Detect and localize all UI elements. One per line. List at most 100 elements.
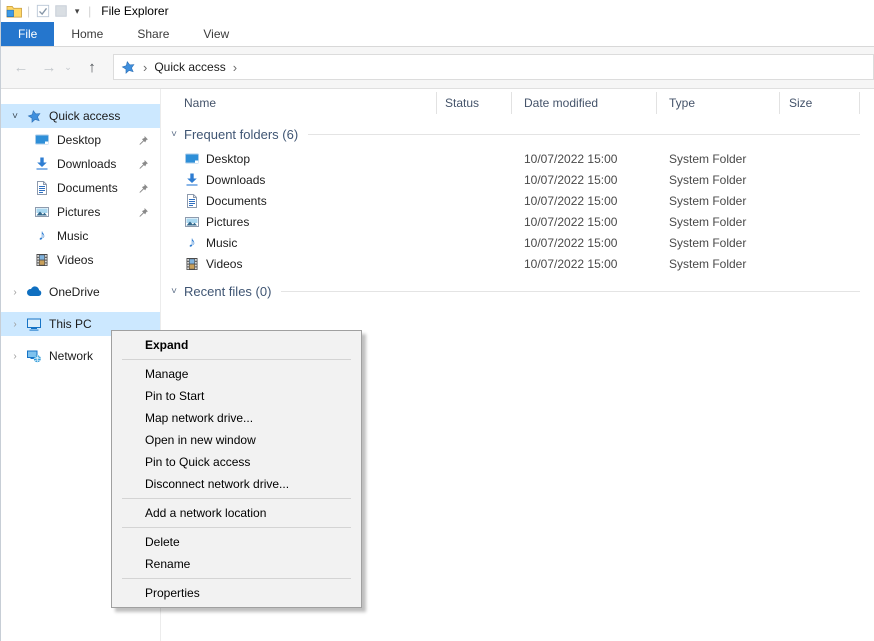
menu-item-manage[interactable]: Manage — [112, 363, 361, 385]
menu-item-pin-to-quick-access[interactable]: Pin to Quick access — [112, 451, 361, 473]
group-header-recent-files[interactable]: ˅ Recent files (0) — [161, 282, 874, 300]
window-title: File Explorer — [101, 4, 168, 18]
tab-home[interactable]: Home — [54, 22, 120, 46]
qat-new-folder-icon[interactable] — [52, 2, 70, 20]
file-type: System Folder — [656, 236, 779, 250]
menu-item-disconnect-network-drive[interactable]: Disconnect network drive... — [112, 473, 361, 495]
back-button[interactable]: ← — [9, 47, 33, 88]
file-type: System Folder — [656, 152, 779, 166]
tab-view[interactable]: View — [186, 22, 246, 46]
file-type: System Folder — [656, 257, 779, 271]
sidebar-item-pictures[interactable]: Pictures — [1, 200, 160, 224]
group-header-frequent-folders[interactable]: ˅ Frequent folders (6) — [161, 125, 874, 143]
sidebar-item-label: This PC — [49, 317, 92, 331]
file-name: Pictures — [206, 215, 249, 229]
chevron-down-icon[interactable]: ˅ — [167, 286, 181, 297]
videos-icon — [34, 252, 50, 268]
chevron-down-icon[interactable]: ˅ — [167, 129, 181, 140]
menu-item-properties[interactable]: Properties — [112, 582, 361, 604]
sidebar-item-label: OneDrive — [49, 285, 100, 299]
pictures-icon — [34, 204, 50, 220]
file-name: Music — [206, 236, 237, 250]
menu-item-pin-to-start[interactable]: Pin to Start — [112, 385, 361, 407]
breadcrumb-chevron-icon[interactable]: › — [233, 60, 237, 75]
up-button[interactable]: ↑ — [79, 47, 105, 88]
quick-access-star-icon — [26, 108, 42, 124]
file-row-desktop[interactable]: Desktop 10/07/2022 15:00 System Folder — [161, 148, 874, 169]
file-row-videos[interactable]: Videos 10/07/2022 15:00 System Folder — [161, 253, 874, 274]
menu-item-delete[interactable]: Delete — [112, 531, 361, 553]
file-explorer-window: | ▾ | File Explorer File Home Share View… — [0, 0, 874, 641]
column-header-spacer — [859, 92, 874, 114]
sidebar-item-quick-access[interactable]: ˅ Quick access — [1, 104, 160, 128]
quick-access-star-icon — [121, 60, 136, 75]
group-divider-line — [308, 134, 860, 135]
sidebar-item-label: Downloads — [57, 157, 116, 171]
group-title: Recent files (0) — [184, 284, 271, 299]
menu-item-map-network-drive[interactable]: Map network drive... — [112, 407, 361, 429]
sidebar-item-videos[interactable]: Videos — [1, 248, 160, 272]
sidebar-item-onedrive[interactable]: › OneDrive — [1, 280, 160, 304]
chevron-right-icon[interactable]: › — [8, 287, 22, 298]
file-type: System Folder — [656, 215, 779, 229]
sidebar-item-label: Documents — [57, 181, 118, 195]
menu-item-add-a-network-location[interactable]: Add a network location — [112, 502, 361, 524]
documents-icon — [184, 193, 200, 209]
file-explorer-logo-icon — [5, 2, 23, 20]
navigation-bar: ← → ⌄ ↑ › Quick access › — [1, 47, 874, 89]
menu-separator — [122, 527, 351, 528]
column-header-date-modified[interactable]: Date modified — [511, 92, 656, 114]
menu-item-expand[interactable]: Expand — [112, 334, 361, 356]
file-date-modified: 10/07/2022 15:00 — [511, 152, 656, 166]
file-row-pictures[interactable]: Pictures 10/07/2022 15:00 System Folder — [161, 211, 874, 232]
qat-properties-icon[interactable] — [34, 2, 52, 20]
column-header-row: Name Status Date modified Type Size — [161, 89, 874, 117]
videos-icon — [184, 256, 200, 272]
qat-customize-dropdown[interactable]: ▾ — [70, 6, 84, 17]
frequent-folders-rows: Desktop 10/07/2022 15:00 System Folder D… — [161, 148, 874, 274]
file-name: Documents — [206, 194, 267, 208]
column-header-name[interactable]: Name — [161, 92, 436, 114]
sidebar-item-desktop[interactable]: Desktop — [1, 128, 160, 152]
tab-share[interactable]: Share — [120, 22, 186, 46]
file-name: Videos — [206, 257, 242, 271]
file-date-modified: 10/07/2022 15:00 — [511, 194, 656, 208]
music-icon: ♪ — [34, 228, 50, 244]
breadcrumb-chevron-icon[interactable]: › — [143, 60, 147, 75]
pin-icon — [138, 159, 149, 170]
recent-locations-dropdown[interactable]: ⌄ — [61, 47, 75, 88]
ribbon-tab-bar: File Home Share View — [1, 22, 874, 47]
group-title: Frequent folders (6) — [184, 127, 298, 142]
forward-button[interactable]: → — [37, 47, 61, 88]
file-row-music[interactable]: ♪ Music 10/07/2022 15:00 System Folder — [161, 232, 874, 253]
column-header-size[interactable]: Size — [779, 92, 859, 114]
file-date-modified: 10/07/2022 15:00 — [511, 257, 656, 271]
this-pc-icon — [26, 316, 42, 332]
menu-separator — [122, 578, 351, 579]
tab-file[interactable]: File — [1, 22, 54, 46]
file-row-downloads[interactable]: Downloads 10/07/2022 15:00 System Folder — [161, 169, 874, 190]
desktop-icon — [184, 151, 200, 167]
breadcrumb-quick-access[interactable]: Quick access — [154, 60, 225, 74]
file-date-modified: 10/07/2022 15:00 — [511, 215, 656, 229]
column-header-status[interactable]: Status — [436, 92, 511, 114]
downloads-icon — [34, 156, 50, 172]
chevron-right-icon[interactable]: › — [8, 351, 22, 362]
group-divider-line — [281, 291, 860, 292]
file-row-documents[interactable]: Documents 10/07/2022 15:00 System Folder — [161, 190, 874, 211]
network-icon — [26, 348, 42, 364]
sidebar-item-music[interactable]: ♪ Music — [1, 224, 160, 248]
chevron-down-icon[interactable]: ˅ — [8, 111, 22, 122]
menu-item-open-in-new-window[interactable]: Open in new window — [112, 429, 361, 451]
sidebar-item-downloads[interactable]: Downloads — [1, 152, 160, 176]
sidebar-item-label: Pictures — [57, 205, 100, 219]
menu-item-rename[interactable]: Rename — [112, 553, 361, 575]
sidebar-item-documents[interactable]: Documents — [1, 176, 160, 200]
documents-icon — [34, 180, 50, 196]
address-bar[interactable]: › Quick access › — [113, 54, 874, 80]
file-date-modified: 10/07/2022 15:00 — [511, 236, 656, 250]
sidebar-item-label: Videos — [57, 253, 93, 267]
file-type: System Folder — [656, 194, 779, 208]
chevron-right-icon[interactable]: › — [8, 319, 22, 330]
column-header-type[interactable]: Type — [656, 92, 779, 114]
